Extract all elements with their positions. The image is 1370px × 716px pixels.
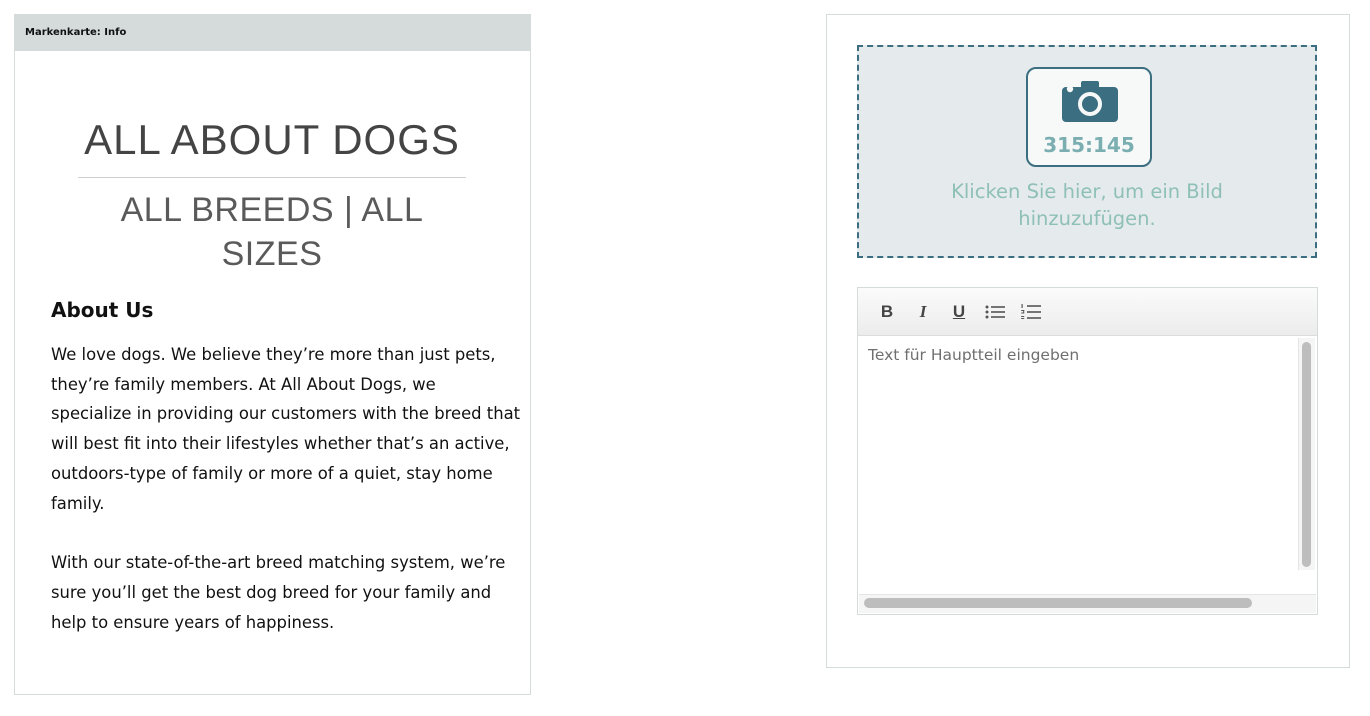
horizontal-scroll-thumb[interactable] — [864, 598, 1252, 608]
editor-toolbar: B I U — [858, 288, 1317, 336]
camera-icon — [1062, 81, 1118, 122]
logo-subtitle: ALL BREEDS | ALL SIZES — [120, 191, 424, 273]
numbered-list-icon — [1021, 303, 1041, 319]
about-paragraph: With our state-of-the-art breed matching… — [51, 553, 506, 632]
image-ratio: 315:145 — [1043, 133, 1135, 157]
bold-button[interactable]: B — [872, 297, 902, 327]
numbered-list-button[interactable] — [1016, 297, 1046, 327]
about-body: We love dogs. We believe they’re more th… — [51, 340, 521, 667]
body-text-placeholder: Text für Hauptteil eingeben — [868, 346, 1080, 364]
vertical-scroll-thumb[interactable] — [1302, 342, 1311, 567]
about-paragraph: We love dogs. We believe they’re more th… — [51, 345, 521, 513]
italic-button[interactable]: I — [908, 297, 938, 327]
card-header: Markenkarte: Info — [15, 15, 530, 51]
body-text-input[interactable]: Text für Hauptteil eingeben — [858, 336, 1317, 614]
about-heading: About Us — [51, 298, 154, 322]
image-upload-dropzone[interactable]: 315:145 Klicken Sie hier, um ein Bild hi… — [857, 45, 1317, 258]
rich-text-editor: B I U Text für Hauptteil eingeben — [857, 287, 1318, 615]
bullet-list-icon — [985, 305, 1005, 318]
underline-button[interactable]: U — [944, 297, 974, 327]
image-ratio-badge: 315:145 — [1026, 67, 1152, 167]
brand-card-editor: 315:145 Klicken Sie hier, um ein Bild hi… — [826, 14, 1350, 668]
image-upload-label: Klicken Sie hier, um ein Bild hinzuzufüg… — [951, 180, 1223, 230]
logo-title: ALL ABOUT DOGS — [78, 115, 466, 178]
brand-logo: ALL ABOUT DOGS ALL BREEDS | ALL SIZES — [78, 115, 466, 276]
brand-card-preview: Markenkarte: Info ALL ABOUT DOGS ALL BRE… — [14, 14, 531, 695]
bullet-list-button[interactable] — [980, 297, 1010, 327]
